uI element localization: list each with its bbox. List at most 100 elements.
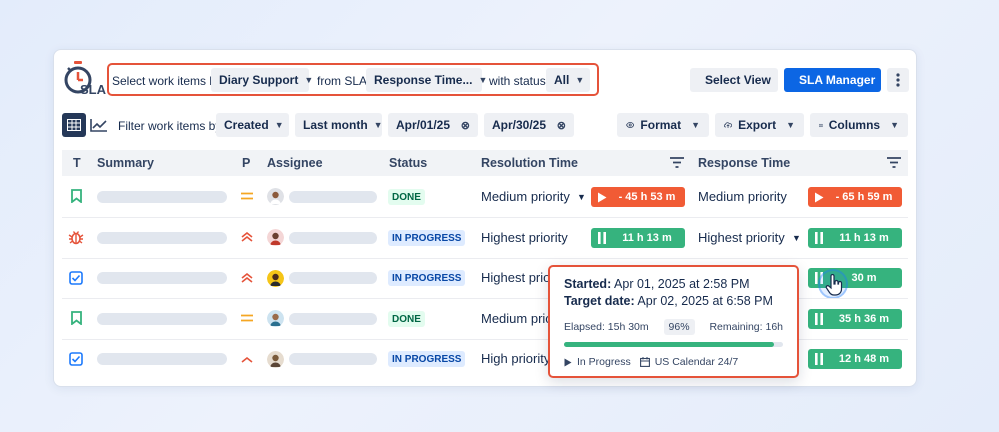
chevron-down-icon: ▼	[373, 120, 383, 130]
date-to-field[interactable]: Apr/30/25 ⊗	[484, 113, 574, 137]
timer-value: 11 h 13 m	[622, 232, 672, 244]
project-dropdown[interactable]: Diary Support ▼	[211, 68, 313, 92]
columns-label: Columns	[828, 118, 881, 132]
elapsed-text: Elapsed: 15h 30m	[564, 321, 649, 333]
date-from-field[interactable]: Apr/01/25 ⊗	[388, 113, 478, 137]
response-timer: 12 h 48 m	[808, 349, 902, 369]
response-priority: Medium priority	[698, 189, 787, 204]
table-icon	[67, 119, 81, 131]
header-resolution-time[interactable]: Resolution Time	[481, 156, 578, 170]
assignee-placeholder	[289, 353, 377, 365]
assignee-placeholder	[289, 191, 377, 203]
columns-button[interactable]: Columns ▼	[810, 113, 908, 137]
highest-priority-icon	[241, 273, 253, 283]
select-view-label: Select View	[705, 73, 771, 87]
elapsed-line: Elapsed: 15h 30m 96% Remaining: 16h	[564, 319, 783, 335]
header-summary[interactable]: Summary	[97, 156, 154, 170]
summary-placeholder	[97, 353, 227, 365]
progress-track	[564, 342, 783, 347]
export-label: Export	[738, 118, 777, 132]
resolution-priority: Highest priority	[481, 230, 568, 245]
created-dropdown[interactable]: Created ▼	[216, 113, 289, 137]
status-badge: IN PROGRESS	[388, 351, 466, 367]
date-to-value: Apr/30/25	[492, 118, 547, 132]
avatar	[267, 188, 284, 205]
avatar	[267, 270, 284, 287]
summary-placeholder	[97, 313, 227, 325]
pause-icon	[591, 232, 613, 244]
response-timer: - 65 h 59 m	[808, 187, 902, 207]
timer-value: 11 h 13 m	[839, 232, 889, 244]
target-line: Target date: Apr 02, 2025 at 6:58 PM	[564, 294, 783, 308]
remaining-text: Remaining: 16h	[709, 321, 783, 333]
filter-icon[interactable]	[887, 157, 901, 168]
hand-pointer-icon	[825, 274, 843, 296]
grid-view-button[interactable]	[62, 113, 86, 137]
period-dropdown[interactable]: Last month ▼	[295, 113, 383, 137]
format-label: Format	[640, 118, 682, 132]
created-dropdown-value: Created	[224, 118, 269, 132]
filter-label: Filter work items by:	[118, 119, 225, 133]
summary-placeholder	[97, 191, 227, 203]
header-assignee[interactable]: Assignee	[267, 156, 323, 170]
medium-priority-icon	[241, 314, 253, 322]
assignee-placeholder	[289, 313, 377, 325]
tooltip-footer: In Progress US Calendar 24/7	[564, 356, 783, 368]
from-sla-label: from SLA:	[317, 74, 371, 88]
response-priority: Highest priority	[698, 230, 785, 245]
bookmark-icon	[71, 189, 82, 203]
status-badge: DONE	[388, 311, 425, 327]
timer-value: - 65 h 59 m	[835, 191, 893, 203]
row-divider	[62, 258, 908, 259]
row-divider	[62, 217, 908, 218]
select-view-button[interactable]: Select View	[690, 68, 778, 92]
header-priority[interactable]: P	[242, 156, 250, 170]
more-options-button[interactable]	[887, 68, 909, 92]
assignee-placeholder	[289, 232, 377, 244]
highest-priority-icon	[241, 232, 253, 242]
status-dropdown-value: All	[554, 73, 570, 87]
header-status[interactable]: Status	[389, 156, 427, 170]
resolution-timer: - 45 h 53 m	[591, 187, 685, 207]
eye-icon	[626, 121, 635, 129]
medium-priority-icon	[241, 192, 253, 200]
clear-icon[interactable]: ⊗	[557, 119, 566, 132]
cloud-upload-icon	[724, 122, 733, 129]
chart-view-button[interactable]	[87, 113, 111, 137]
status-badge: DONE	[388, 189, 425, 205]
progress-fill	[564, 342, 775, 347]
summary-placeholder	[97, 232, 227, 244]
status-dropdown[interactable]: All ▼	[546, 68, 590, 92]
target-value: Apr 02, 2025 at 6:58 PM	[637, 294, 773, 308]
sla-dropdown[interactable]: Response Time... ▼	[366, 68, 487, 92]
sla-dropdown-value: Response Time...	[374, 73, 473, 87]
status-badge: IN PROGRESS	[388, 230, 466, 246]
chevron-down-icon: ▼	[786, 120, 795, 130]
chevron-down-icon[interactable]: ▼	[577, 192, 586, 202]
format-button[interactable]: Format ▼	[617, 113, 709, 137]
columns-icon	[819, 123, 823, 127]
more-vertical-icon	[896, 73, 900, 87]
chevron-down-icon[interactable]: ▼	[792, 233, 801, 243]
filter-icon[interactable]	[670, 157, 684, 168]
period-dropdown-value: Last month	[303, 118, 368, 132]
task-checkbox-icon	[69, 352, 83, 366]
header-type[interactable]: T	[73, 156, 81, 170]
started-value: Apr 01, 2025 at 2:58 PM	[614, 277, 750, 291]
with-status-label: with status:	[489, 74, 550, 88]
sla-logo: SLA	[62, 60, 106, 100]
export-button[interactable]: Export ▼	[715, 113, 804, 137]
chevron-down-icon: ▼	[890, 120, 899, 130]
target-label: Target date:	[564, 294, 635, 308]
calendar-icon	[639, 357, 650, 367]
clear-icon[interactable]: ⊗	[461, 119, 470, 132]
started-line: Started: Apr 01, 2025 at 2:58 PM	[564, 277, 783, 291]
table-header: T Summary P Assignee Status Resolution T…	[62, 150, 908, 176]
play-icon	[808, 192, 830, 203]
pause-icon	[808, 313, 830, 325]
calendar-text: US Calendar 24/7	[654, 356, 739, 368]
sla-manager-button[interactable]: SLA Manager	[784, 68, 881, 92]
chevron-down-icon: ▼	[691, 120, 700, 130]
select-work-items-label: Select work items by:	[112, 74, 226, 88]
header-response-time[interactable]: Response Time	[698, 156, 790, 170]
